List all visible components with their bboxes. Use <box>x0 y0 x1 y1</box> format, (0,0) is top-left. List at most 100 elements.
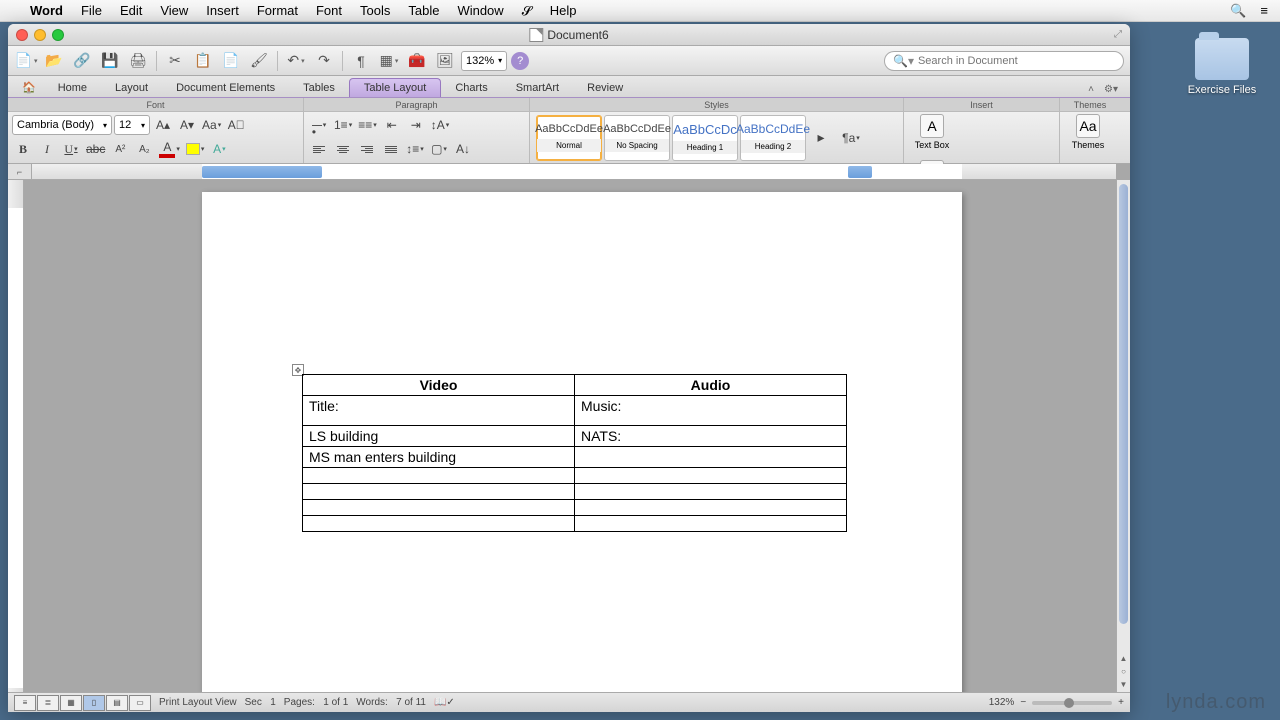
menu-window[interactable]: Window <box>457 3 503 18</box>
tab-charts[interactable]: Charts <box>441 79 501 97</box>
view-draft-button[interactable]: ≡ <box>14 695 36 711</box>
align-center-button[interactable] <box>332 138 354 160</box>
table-cell[interactable] <box>575 500 847 516</box>
menu-tools[interactable]: Tools <box>360 3 390 18</box>
vertical-ruler[interactable] <box>8 180 24 692</box>
tab-layout[interactable]: Layout <box>101 79 162 97</box>
grow-font-button[interactable]: A▴ <box>152 114 174 136</box>
document-table[interactable]: Video Audio Title:Music: LS buildingNATS… <box>302 374 847 532</box>
document-scroll[interactable]: ✥ Video Audio Title:Music: LS buildingNA… <box>32 180 1116 692</box>
fullscreen-icon[interactable]: ⤢ <box>1114 29 1122 40</box>
notification-center-icon[interactable]: ≡ <box>1260 3 1268 19</box>
line-spacing-button[interactable]: ↕≡ <box>404 138 426 160</box>
redo-button[interactable]: ↷ <box>312 50 336 72</box>
decrease-indent-button[interactable]: ⇤ <box>381 114 403 136</box>
style-heading-2[interactable]: AaBbCcDdEe Heading 2 <box>740 115 806 161</box>
justify-button[interactable] <box>380 138 402 160</box>
menu-table[interactable]: Table <box>408 3 439 18</box>
open-button[interactable]: 📂 <box>42 50 66 72</box>
paste-button[interactable]: 📄 <box>219 50 243 72</box>
zoom-button[interactable] <box>52 29 64 41</box>
tab-table-layout[interactable]: Table Layout <box>349 78 441 97</box>
table-cell[interactable] <box>303 484 575 500</box>
font-color-button[interactable]: A <box>157 138 182 160</box>
undo-button[interactable]: ↶ <box>284 50 308 72</box>
help-button[interactable]: ? <box>511 52 529 70</box>
show-formatting-button[interactable]: ¶ <box>349 50 373 72</box>
superscript-button[interactable]: A² <box>109 138 131 160</box>
view-focus-button[interactable]: ▭ <box>129 695 151 711</box>
change-case-button[interactable]: Aa <box>200 114 223 136</box>
tab-document-elements[interactable]: Document Elements <box>162 79 289 97</box>
zoom-value[interactable]: 132% <box>989 697 1015 708</box>
table-cell[interactable] <box>575 447 847 468</box>
tab-tables[interactable]: Tables <box>289 79 349 97</box>
desktop-folder[interactable]: Exercise Files <box>1186 38 1258 96</box>
underline-button[interactable]: U <box>60 138 82 160</box>
horizontal-ruler[interactable] <box>32 164 1116 180</box>
style-no-spacing[interactable]: AaBbCcDdEe No Spacing <box>604 115 670 161</box>
media-button[interactable]: 🖼 <box>433 50 457 72</box>
table-cell[interactable] <box>303 500 575 516</box>
tab-home[interactable]: Home <box>44 79 101 97</box>
style-heading-1[interactable]: AaBbCcDc Heading 1 <box>672 115 738 161</box>
open-url-button[interactable]: 🔗 <box>70 50 94 72</box>
zoom-slider[interactable] <box>1032 701 1112 705</box>
align-left-button[interactable] <box>308 138 330 160</box>
table-cell[interactable]: Music: <box>575 396 847 426</box>
clear-formatting-button[interactable]: A⃠ <box>225 114 247 136</box>
menu-format[interactable]: Format <box>257 3 298 18</box>
zoom-in-button[interactable]: + <box>1118 697 1124 708</box>
sort-button[interactable]: A↓ <box>452 138 474 160</box>
font-size-selector[interactable]: 12 <box>114 115 150 135</box>
scroll-down-icon[interactable]: ▼ <box>1119 678 1128 690</box>
browse-object-icon[interactable]: ○ <box>1119 665 1128 677</box>
collapse-ribbon-icon[interactable]: ˄ <box>1082 81 1100 97</box>
new-button[interactable]: 📄 <box>14 50 38 72</box>
increase-indent-button[interactable]: ⇥ <box>405 114 427 136</box>
tab-smartart[interactable]: SmartArt <box>502 79 573 97</box>
menu-script-icon[interactable]: 𝓢 <box>522 3 532 19</box>
zoom-out-button[interactable]: − <box>1020 697 1026 708</box>
bold-button[interactable]: B <box>12 138 34 160</box>
view-print-button[interactable]: ▯ <box>83 695 105 711</box>
view-outline-button[interactable]: ≣ <box>37 695 59 711</box>
menu-insert[interactable]: Insert <box>206 3 239 18</box>
shrink-font-button[interactable]: A▾ <box>176 114 198 136</box>
minimize-button[interactable] <box>34 29 46 41</box>
view-notebook-button[interactable]: ▤ <box>106 695 128 711</box>
zoom-selector[interactable]: 132% <box>461 51 507 71</box>
align-right-button[interactable] <box>356 138 378 160</box>
menu-font[interactable]: Font <box>316 3 342 18</box>
save-button[interactable]: 💾 <box>98 50 122 72</box>
tab-selector[interactable]: ⌐ <box>8 164 32 180</box>
table-cell[interactable] <box>575 516 847 532</box>
tab-home-icon[interactable]: 🏠 <box>14 78 44 97</box>
search-box[interactable]: 🔍▾ <box>884 51 1124 71</box>
menu-view[interactable]: View <box>160 3 188 18</box>
vertical-scrollbar[interactable]: ▲ ○ ▼ <box>1116 180 1130 692</box>
table-cell[interactable] <box>575 484 847 500</box>
table-cell[interactable]: Title: <box>303 396 575 426</box>
insert-textbox-button[interactable]: A Text Box <box>908 114 956 150</box>
cut-button[interactable]: ✂ <box>163 50 187 72</box>
tab-review[interactable]: Review <box>573 79 637 97</box>
toolbox-button[interactable]: 🧰 <box>405 50 429 72</box>
italic-button[interactable]: I <box>36 138 58 160</box>
themes-button[interactable]: Aa Themes <box>1064 114 1112 150</box>
highlight-button[interactable] <box>184 138 207 160</box>
document-page[interactable]: ✥ Video Audio Title:Music: LS buildingNA… <box>202 192 962 692</box>
print-button[interactable]: 🖨 <box>126 50 150 72</box>
format-painter-button[interactable]: 🖌 <box>247 50 271 72</box>
search-input[interactable] <box>918 55 1115 67</box>
spotlight-icon[interactable]: 🔍 <box>1230 3 1246 19</box>
table-cell[interactable] <box>575 468 847 484</box>
multilevel-button[interactable]: ≡≡ <box>356 114 379 136</box>
numbering-button[interactable]: 1≡ <box>332 114 354 136</box>
table-header-audio[interactable]: Audio <box>575 375 847 396</box>
menu-help[interactable]: Help <box>550 3 577 18</box>
table-header-video[interactable]: Video <box>303 375 575 396</box>
strikethrough-button[interactable]: abc <box>84 138 107 160</box>
table-cell[interactable]: LS building <box>303 426 575 447</box>
copy-button[interactable]: 📋 <box>191 50 215 72</box>
